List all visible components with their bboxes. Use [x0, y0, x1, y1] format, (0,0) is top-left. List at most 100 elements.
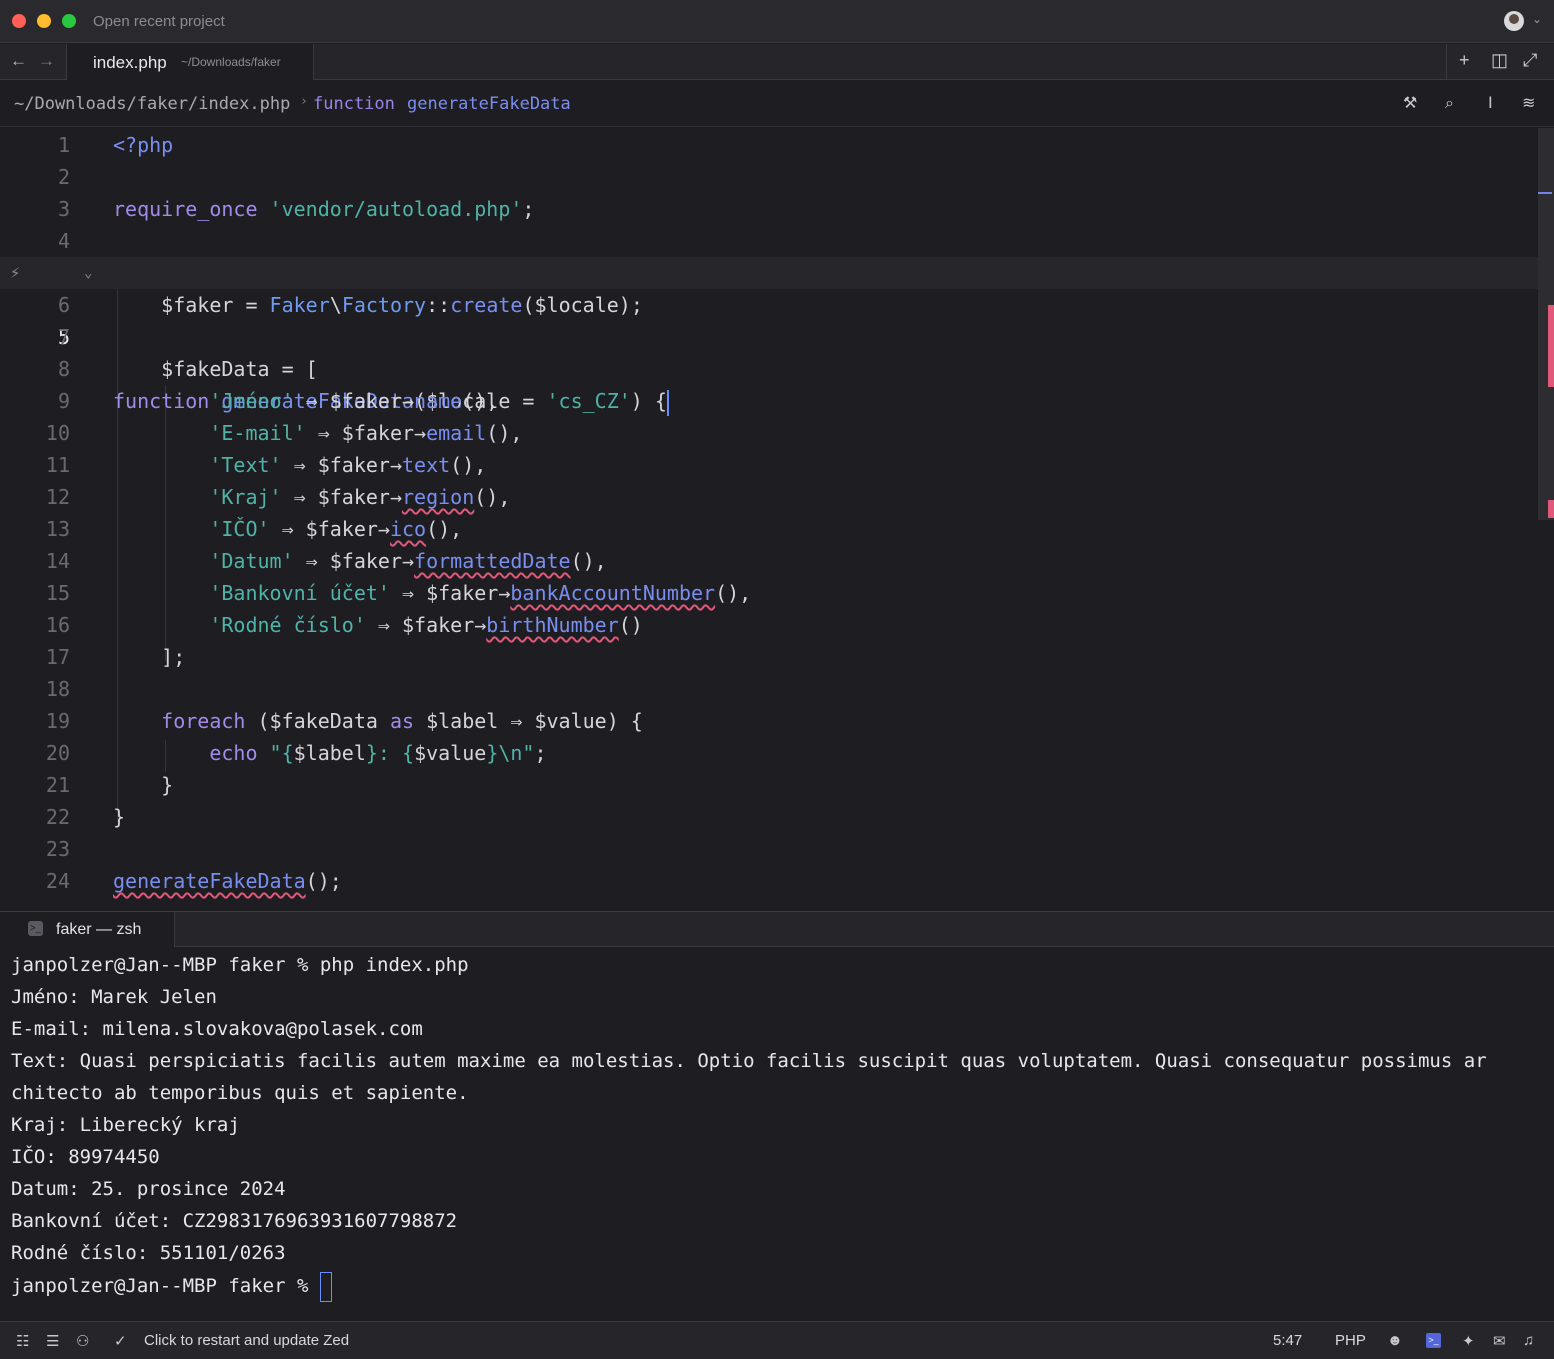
- line-number: 7: [57, 325, 70, 349]
- terminal-line: janpolzer@Jan--MBP faker % php index.php: [11, 954, 469, 976]
- terminal-panel[interactable]: janpolzer@Jan--MBP faker % php index.php…: [0, 948, 1554, 1320]
- code-line: 8 $fakeData = [: [0, 353, 1540, 385]
- ai-icon[interactable]: >_: [1426, 1333, 1441, 1348]
- chat-icon[interactable]: ✉: [1493, 1332, 1506, 1350]
- code-line: 19 foreach ($fakeData as $label ⇒ $value…: [0, 705, 1540, 737]
- tab-actions: + ◫ ⤢: [1446, 44, 1554, 80]
- code-line: 17 ];: [0, 641, 1540, 673]
- status-bar: ☷ ☰ ⚇ ✓ Click to restart and update Zed …: [0, 1321, 1554, 1359]
- line-number: 21: [45, 773, 70, 797]
- line-number: 12: [45, 485, 70, 509]
- code-line: 15 'Bankovní účet' ⇒ $faker→bankAccountN…: [0, 577, 1540, 609]
- code-line: 20 echo "{$label}: {$value}\n";: [0, 737, 1540, 769]
- line-number: 23: [45, 837, 70, 861]
- terminal-icon: >_: [28, 921, 43, 936]
- lightning-icon[interactable]: ⚡: [10, 257, 20, 289]
- terminal-line: Rodné číslo: 551101/0263: [11, 1242, 286, 1264]
- forward-arrow-icon[interactable]: →: [38, 51, 55, 71]
- line-number: 22: [45, 805, 70, 829]
- code-line: 7: [0, 321, 1540, 353]
- line-number: 19: [45, 709, 70, 733]
- line-number: 18: [45, 677, 70, 701]
- line-number: 8: [57, 357, 70, 381]
- line-number: 6: [57, 293, 70, 317]
- update-message-button[interactable]: Click to restart and update Zed: [144, 1332, 349, 1349]
- text-cursor-icon[interactable]: I: [1488, 93, 1493, 112]
- collab-icon[interactable]: ⚇: [76, 1332, 89, 1350]
- search-icon[interactable]: ⌕: [1445, 93, 1454, 113]
- line-number: 15: [45, 581, 70, 605]
- breadcrumb-path[interactable]: ~/Downloads/faker/index.php: [14, 94, 290, 114]
- line-number: 2: [57, 165, 70, 189]
- outline-icon[interactable]: ☰: [46, 1332, 59, 1350]
- terminal-tab[interactable]: >_ faker — zsh: [0, 912, 175, 947]
- scrollbar-diagnostic-marker: [1548, 305, 1554, 387]
- terminal-line: Jméno: Marek Jelen: [11, 986, 217, 1008]
- code-line: 13 'IČO' ⇒ $faker→ico(),: [0, 513, 1540, 545]
- code-line: 14 'Datum' ⇒ $faker→formattedDate(),: [0, 545, 1540, 577]
- breadcrumb-keyword[interactable]: function: [313, 94, 395, 114]
- user-avatar[interactable]: [1504, 11, 1524, 31]
- terminal-line: chitecto ab temporibus quis et sapiente.: [11, 1082, 469, 1104]
- code-line: 1 <?php: [0, 129, 1540, 161]
- terminal-line: Datum: 25. prosince 2024: [11, 1178, 286, 1200]
- terminal-prompt-line: janpolzer@Jan--MBP faker %: [11, 1270, 332, 1302]
- line-number: 17: [45, 645, 70, 669]
- code-line: 11 'Text' ⇒ $faker→text(),: [0, 449, 1540, 481]
- scrollbar-diagnostic-marker: [1548, 500, 1554, 518]
- breadcrumb-separator: ›: [300, 94, 308, 109]
- code-line: 10 'E-mail' ⇒ $faker→email(),: [0, 417, 1540, 449]
- terminal-cursor: [319, 1271, 332, 1302]
- terminal-tab-bar: >_ faker — zsh: [0, 911, 1554, 947]
- code-line: 16 'Rodné číslo' ⇒ $faker→birthNumber(): [0, 609, 1540, 641]
- settings-sliders-icon[interactable]: ≋: [1522, 93, 1535, 112]
- code-line: 12 'Kraj' ⇒ $faker→region(),: [0, 481, 1540, 513]
- line-number: 14: [45, 549, 70, 573]
- tab-index-php[interactable]: index.php ~/Downloads/faker: [66, 44, 314, 80]
- split-pane-icon[interactable]: ◫: [1491, 50, 1508, 71]
- sparkle-icon[interactable]: ✦: [1462, 1332, 1475, 1350]
- cursor-position[interactable]: 5:47: [1273, 1332, 1302, 1349]
- breadcrumb: ~/Downloads/faker/index.php › function g…: [0, 80, 1554, 127]
- open-recent-project-button[interactable]: Open recent project: [93, 13, 225, 30]
- code-line: 2: [0, 161, 1540, 193]
- terminal-prompt: janpolzer@Jan--MBP faker %: [11, 1275, 320, 1297]
- tab-name: index.php: [93, 53, 167, 72]
- copilot-icon[interactable]: ☻: [1387, 1332, 1403, 1349]
- code-line: 6 $faker = Faker\Factory::create($locale…: [0, 289, 1540, 321]
- code-line: 4: [0, 225, 1540, 257]
- terminal-line: Kraj: Liberecký kraj: [11, 1114, 240, 1136]
- check-icon: ✓: [114, 1333, 127, 1350]
- code-line: 21 }: [0, 769, 1540, 801]
- code-line-active: ⚡ 5 ⌄ function generateFakeData($locale …: [0, 257, 1540, 416]
- back-arrow-icon[interactable]: ←: [10, 51, 27, 71]
- title-bar: Open recent project ⌄: [0, 0, 1554, 43]
- code-line: 22}: [0, 801, 1540, 833]
- language-selector[interactable]: PHP: [1335, 1332, 1366, 1349]
- terminal-tab-title: faker — zsh: [56, 921, 142, 938]
- zoom-window-button[interactable]: [62, 14, 76, 28]
- project-panel-icon[interactable]: ☷: [16, 1332, 29, 1350]
- line-number: 13: [45, 517, 70, 541]
- chevron-down-icon[interactable]: ⌄: [84, 257, 92, 289]
- close-window-button[interactable]: [12, 14, 26, 28]
- line-number: 11: [45, 453, 70, 477]
- breadcrumb-symbol[interactable]: generateFakeData: [407, 94, 571, 114]
- code-line: 18: [0, 673, 1540, 705]
- assistant-icon[interactable]: ⚒: [1403, 93, 1417, 112]
- maximize-icon[interactable]: ⤢: [1523, 50, 1537, 71]
- tab-path: ~/Downloads/faker: [181, 55, 281, 69]
- plus-icon[interactable]: +: [1459, 50, 1470, 71]
- line-number: 20: [45, 741, 70, 765]
- line-number: 4: [57, 229, 70, 253]
- terminal-line: IČO: 89974450: [11, 1146, 160, 1168]
- minimize-window-button[interactable]: [37, 14, 51, 28]
- bell-icon[interactable]: ♫: [1523, 1332, 1534, 1349]
- terminal-line: E-mail: milena.slovakova@polasek.com: [11, 1018, 423, 1040]
- line-number: 16: [45, 613, 70, 637]
- line-number: 1: [57, 133, 70, 157]
- tab-bar: ← → index.php ~/Downloads/faker + ◫ ⤢: [0, 44, 1554, 80]
- chevron-down-icon[interactable]: ⌄: [1532, 12, 1542, 26]
- line-number: 10: [45, 421, 70, 445]
- code-editor[interactable]: 1 <?php 2 3 require_once 'vendor/autoload.…: [0, 128, 1554, 910]
